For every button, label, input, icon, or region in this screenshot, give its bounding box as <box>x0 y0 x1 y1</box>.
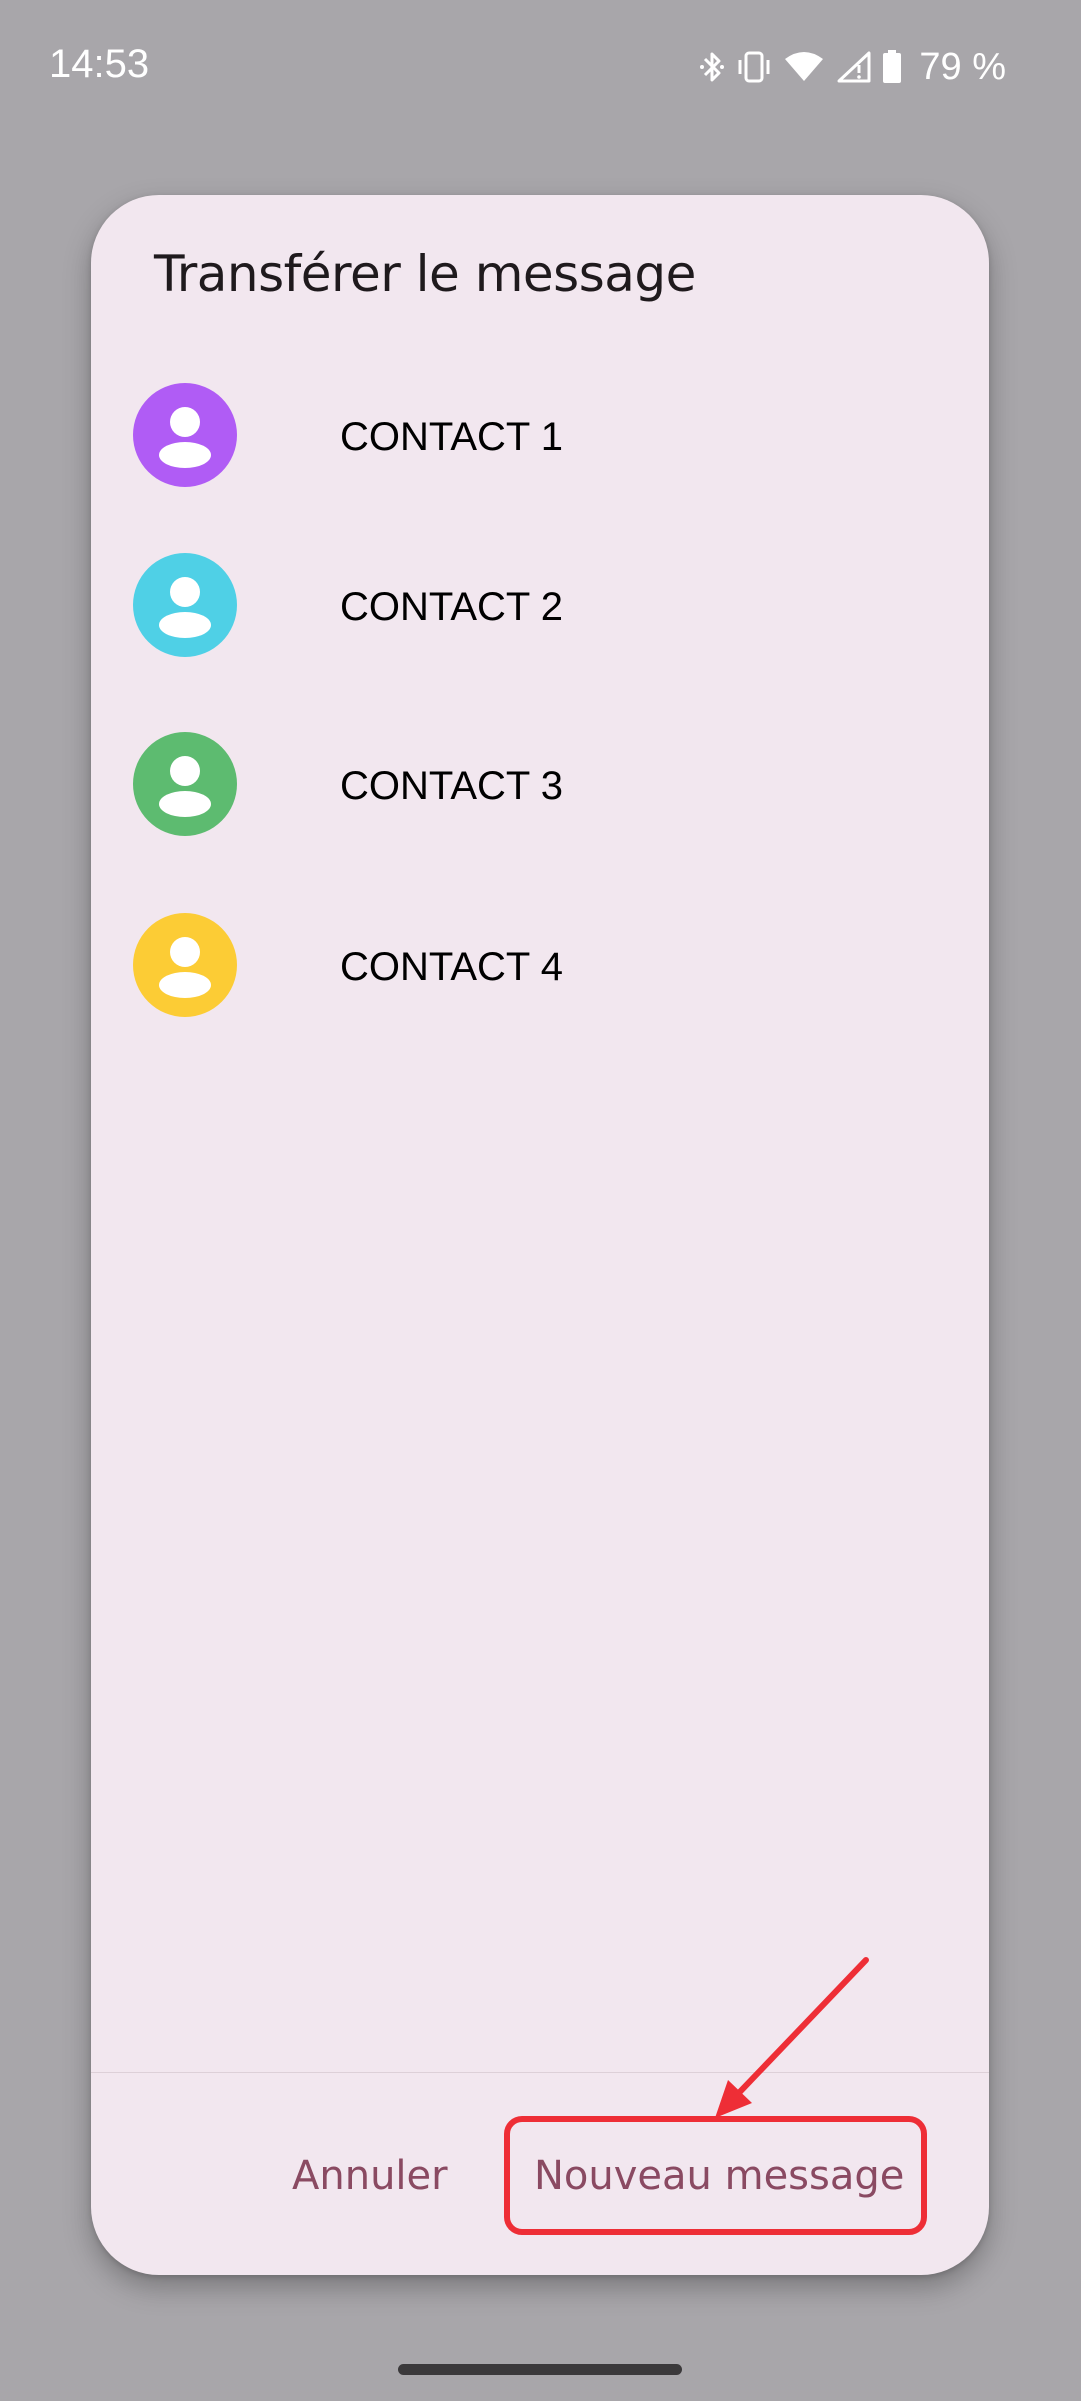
person-icon <box>170 407 200 437</box>
person-icon <box>170 577 200 607</box>
highlight-box <box>504 2116 927 2235</box>
contact-row[interactable]: CONTACT 2 <box>91 535 989 675</box>
dialog-title: Transférer le message <box>154 245 696 303</box>
cancel-button[interactable]: Annuler <box>292 2153 448 2199</box>
avatar <box>133 553 237 657</box>
status-bar: 14:53 79 % <box>0 0 1081 135</box>
avatar <box>133 383 237 487</box>
vibrate-icon <box>735 47 773 87</box>
status-icons: 79 % <box>699 44 1006 90</box>
forward-message-dialog: Transférer le message CONTACT 1 CONTACT … <box>91 195 989 2275</box>
contact-name: CONTACT 4 <box>340 945 563 989</box>
avatar <box>133 732 237 836</box>
wifi-icon <box>783 47 825 87</box>
contact-name: CONTACT 3 <box>340 764 563 808</box>
contact-row[interactable]: CONTACT 1 <box>91 365 989 505</box>
person-icon <box>170 937 200 967</box>
contact-name: CONTACT 2 <box>340 585 563 629</box>
signal-icon <box>835 47 871 87</box>
bluetooth-icon <box>699 47 725 87</box>
battery-icon <box>881 47 903 87</box>
battery-percent: 79 % <box>919 45 1006 88</box>
contact-name: CONTACT 1 <box>340 415 563 459</box>
contact-row[interactable]: CONTACT 4 <box>91 895 989 1035</box>
divider <box>91 2072 989 2073</box>
contact-row[interactable]: CONTACT 3 <box>91 714 989 854</box>
avatar <box>133 913 237 1017</box>
status-time: 14:53 <box>49 42 150 86</box>
home-indicator[interactable] <box>398 2364 682 2375</box>
person-icon <box>170 756 200 786</box>
